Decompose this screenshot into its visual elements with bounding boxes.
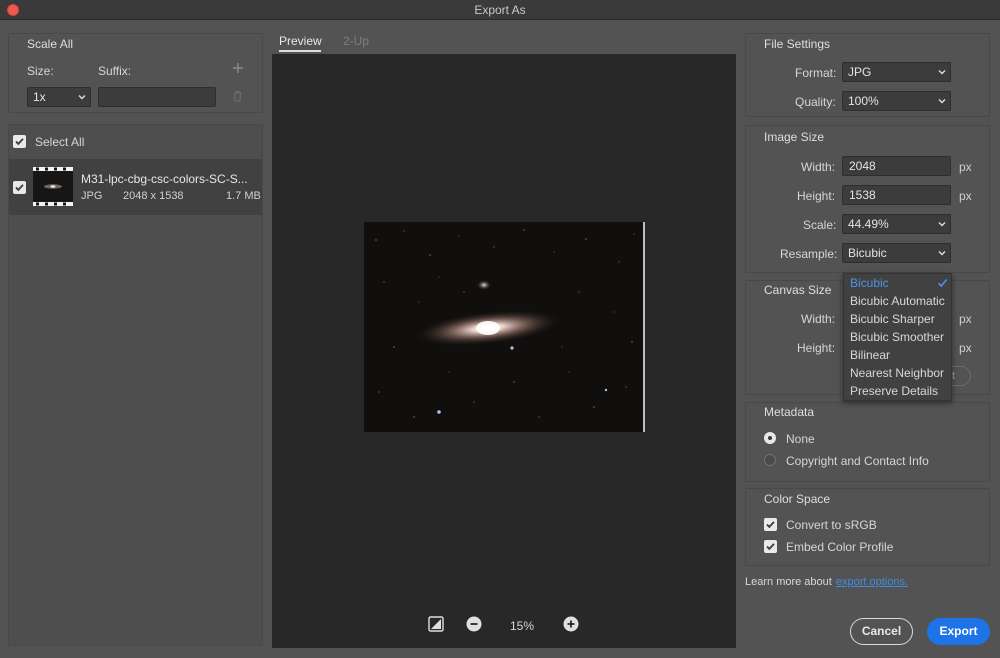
- asset-checkbox[interactable]: [13, 181, 26, 194]
- chevron-down-icon: [938, 70, 946, 75]
- learn-more-prefix: Learn more about: [745, 576, 832, 588]
- quality-select[interactable]: 100%: [842, 91, 951, 111]
- chevron-down-icon: [938, 99, 946, 104]
- export-button[interactable]: Export: [927, 618, 990, 645]
- resample-option-bicubic-automatic[interactable]: Bicubic Automatic: [850, 294, 945, 308]
- chevron-down-icon: [938, 222, 946, 227]
- export-options-link[interactable]: export options.: [836, 576, 908, 588]
- width-unit: px: [959, 160, 972, 174]
- width-label: Width:: [801, 160, 836, 174]
- window-title: Export As: [474, 3, 526, 17]
- resample-option-nearest-neighbor[interactable]: Nearest Neighbor: [850, 366, 944, 380]
- zoom-in-icon[interactable]: [563, 616, 579, 632]
- learn-more-text: Learn more about export options.: [745, 576, 908, 588]
- convert-srgb-checkbox[interactable]: [764, 518, 777, 531]
- scale-label: Scale:: [803, 218, 837, 232]
- format-select-value: JPG: [848, 65, 872, 79]
- resample-option-bicubic-smoother[interactable]: Bicubic Smoother: [850, 330, 944, 344]
- checkmark-icon: [937, 279, 948, 288]
- width-input[interactable]: 2048: [842, 156, 951, 176]
- quality-select-value: 100%: [848, 94, 879, 108]
- size-label: Size:: [27, 64, 54, 78]
- canvas-height-label: Height:: [797, 341, 836, 355]
- scale-all-title: Scale All: [27, 37, 74, 51]
- resample-label: Resample:: [780, 247, 838, 261]
- select-all-checkbox[interactable]: [13, 135, 26, 148]
- cancel-button[interactable]: Cancel: [850, 618, 913, 645]
- size-select[interactable]: 1x: [27, 87, 91, 107]
- image-size-title: Image Size: [764, 130, 825, 144]
- chevron-down-icon: [938, 251, 946, 256]
- metadata-none-label: None: [786, 432, 815, 446]
- embed-profile-checkbox[interactable]: [764, 540, 777, 553]
- asset-size: 1.7 MB: [226, 190, 261, 202]
- resample-select[interactable]: Bicubic: [842, 243, 951, 263]
- metadata-copyright-label: Copyright and Contact Info: [786, 454, 929, 468]
- metadata-copyright-radio[interactable]: [764, 454, 776, 466]
- height-label: Height:: [797, 189, 836, 203]
- tab-2-up[interactable]: 2-Up: [343, 34, 369, 48]
- format-label: Format:: [795, 66, 837, 80]
- tab-preview[interactable]: Preview: [279, 34, 322, 48]
- canvas-height-unit: px: [959, 341, 972, 355]
- canvas-reset-label: t: [952, 370, 956, 382]
- quality-label: Quality:: [795, 95, 836, 109]
- color-space-title: Color Space: [764, 492, 831, 506]
- asset-thumbnail: [33, 167, 73, 206]
- select-all-label: Select All: [35, 135, 85, 149]
- resample-option-bicubic[interactable]: Bicubic: [850, 276, 889, 290]
- resample-option-preserve-details[interactable]: Preserve Details: [850, 384, 938, 398]
- size-select-value: 1x: [33, 90, 46, 104]
- suffix-input[interactable]: [98, 87, 216, 107]
- asset-name: M31-lpc-cbg-csc-colors-SC-S...: [81, 172, 248, 186]
- metadata-title: Metadata: [764, 405, 815, 419]
- embed-profile-label: Embed Color Profile: [786, 540, 894, 554]
- resample-select-value: Bicubic: [848, 246, 887, 260]
- zoom-level: 15%: [510, 619, 535, 633]
- fit-to-view-icon[interactable]: [428, 616, 444, 632]
- height-unit: px: [959, 189, 972, 203]
- height-input[interactable]: 1538: [842, 185, 951, 205]
- canvas-width-unit: px: [959, 312, 972, 326]
- canvas-size-title: Canvas Size: [764, 283, 832, 297]
- convert-srgb-label: Convert to sRGB: [786, 518, 877, 532]
- asset-dimensions: 2048 x 1538: [123, 190, 184, 202]
- plus-icon[interactable]: [232, 62, 244, 74]
- suffix-label: Suffix:: [98, 64, 132, 78]
- chevron-down-icon: [78, 95, 86, 100]
- asset-format: JPG: [81, 190, 103, 202]
- trash-icon[interactable]: [232, 90, 243, 102]
- resample-option-bilinear[interactable]: Bilinear: [850, 348, 890, 362]
- metadata-none-radio[interactable]: [764, 432, 776, 444]
- file-settings-title: File Settings: [764, 37, 831, 51]
- canvas-width-label: Width:: [801, 312, 836, 326]
- preview-image: [364, 222, 645, 432]
- active-tab-indicator: [279, 50, 321, 52]
- zoom-out-icon[interactable]: [466, 616, 482, 632]
- resample-dropdown-menu: Bicubic Bicubic Automatic Bicubic Sharpe…: [843, 273, 952, 401]
- scale-select-value: 44.49%: [848, 217, 889, 231]
- format-select[interactable]: JPG: [842, 62, 951, 82]
- scale-select[interactable]: 44.49%: [842, 214, 951, 234]
- resample-option-bicubic-sharper[interactable]: Bicubic Sharper: [850, 312, 935, 326]
